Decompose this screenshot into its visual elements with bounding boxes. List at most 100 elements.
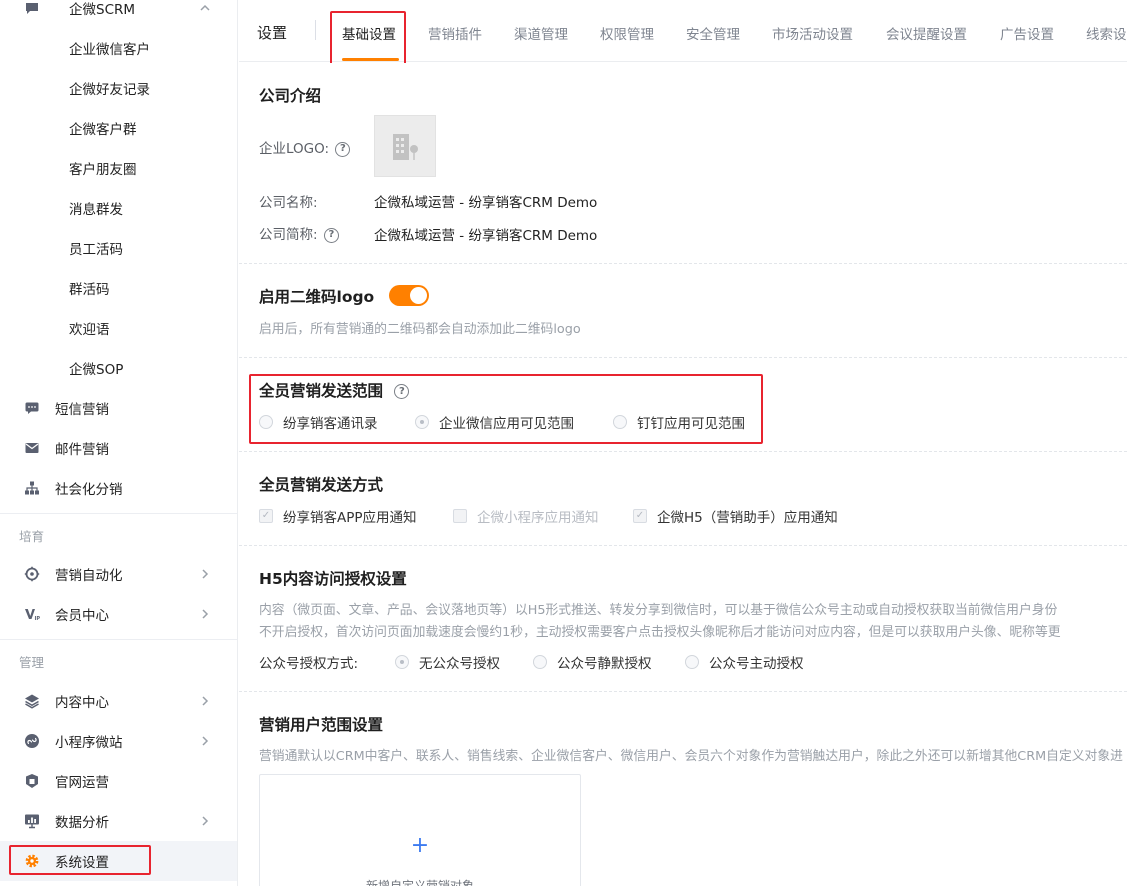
- chat-bubble-icon: [24, 0, 40, 16]
- sidebar-item-mass-message[interactable]: 消息群发: [0, 188, 237, 228]
- sidebar-section-cultivate: 培育: [19, 529, 45, 544]
- sidebar: 企微SCRM 企业微信客户 企微好友记录 企微客户群 客户朋友圈 消息群发 员工…: [0, 0, 238, 886]
- sidebar-item-website-ops[interactable]: 官网运营: [0, 761, 237, 801]
- tab-meeting-reminder-settings[interactable]: 会议提醒设置: [886, 23, 967, 43]
- sidebar-group-scrm[interactable]: 企微SCRM: [0, 0, 237, 28]
- sidebar-item-group-qrcode[interactable]: 群活码: [0, 268, 237, 308]
- check-icon: ✓: [633, 509, 647, 523]
- sidebar-item-sms-marketing[interactable]: 短信营销: [0, 388, 237, 428]
- chart-icon: [24, 813, 40, 829]
- tab-permission-management[interactable]: 权限管理: [600, 23, 654, 43]
- tab-marketing-plugins[interactable]: 营销插件: [428, 23, 482, 43]
- chevron-right-icon: [202, 696, 209, 706]
- sidebar-item-email-marketing[interactable]: 邮件营销: [0, 428, 237, 468]
- sidebar-item-system-settings[interactable]: 系统设置: [0, 841, 237, 881]
- radio-circle: [613, 415, 627, 429]
- sidebar-item-marketing-automation[interactable]: 营销自动化: [0, 554, 237, 594]
- mini-program-icon: [24, 733, 40, 749]
- radio-circle-selected: [415, 415, 429, 429]
- radio-scope-wecom-visible[interactable]: 企业微信应用可见范围: [415, 412, 574, 432]
- radio-auth-silent[interactable]: 公众号静默授权: [533, 652, 652, 672]
- sidebar-section-manage: 管理: [19, 655, 45, 670]
- sidebar-item-wecom-customers[interactable]: 企业微信客户: [0, 28, 237, 68]
- plus-icon: +: [410, 833, 430, 858]
- add-custom-object-label: 新增自定义营销对象: [365, 879, 474, 886]
- section-divider: [239, 263, 1127, 264]
- tab-ad-settings[interactable]: 广告设置: [1000, 23, 1054, 43]
- checkbox-method-miniprogram-notification[interactable]: 企微小程序应用通知: [453, 506, 599, 526]
- sidebar-item-data-analysis[interactable]: 数据分析: [0, 801, 237, 841]
- h5-auth-description-line2: 不开启授权，首次访问页面加载速度会慢约1秒，主动授权需要客户点击授权头像昵称后才…: [259, 625, 1061, 640]
- tab-channel-management[interactable]: 渠道管理: [514, 23, 568, 43]
- tab-leads-settings[interactable]: 线索设: [1086, 23, 1127, 43]
- company-logo-upload[interactable]: [374, 115, 436, 177]
- chevron-up-icon: [200, 4, 210, 11]
- layers-icon: [24, 693, 40, 709]
- qr-logo-toggle[interactable]: [389, 285, 429, 306]
- sidebar-divider: [0, 639, 237, 640]
- tab-campaign-settings[interactable]: 市场活动设置: [772, 23, 853, 43]
- sidebar-item-wecom-customer-groups[interactable]: 企微客户群: [0, 108, 237, 148]
- radio-circle-selected: [395, 655, 409, 669]
- sidebar-item-wecom-sop[interactable]: 企微SOP: [0, 348, 237, 388]
- settings-tabbar: 设置 基础设置 营销插件 渠道管理 权限管理 安全管理 市场活动设置 会议提醒设…: [239, 0, 1127, 73]
- check-icon: ✓: [259, 509, 273, 523]
- gear-icon: [24, 853, 40, 869]
- radio-circle: [259, 415, 273, 429]
- sidebar-item-moments[interactable]: 客户朋友圈: [0, 148, 237, 188]
- add-custom-marketing-object[interactable]: + 新增自定义营销对象: [259, 774, 581, 886]
- sidebar-item-welcome-message[interactable]: 欢迎语: [0, 308, 237, 348]
- help-icon[interactable]: ?: [394, 384, 410, 399]
- help-icon[interactable]: ?: [323, 227, 339, 243]
- radio-circle: [533, 655, 547, 669]
- sidebar-item-social-distribution[interactable]: 社会化分销: [0, 468, 237, 508]
- oa-auth-label: 公众号授权方式:: [259, 656, 359, 672]
- radio-auth-active[interactable]: 公众号主动授权: [685, 652, 804, 672]
- radio-scope-dingtalk-visible[interactable]: 钉钉应用可见范围: [613, 412, 745, 432]
- radio-circle: [685, 655, 699, 669]
- svg-text:IP: IP: [35, 616, 41, 622]
- radio-scope-fxiaoke-contacts[interactable]: 纷享销客通讯录: [259, 412, 378, 432]
- section-title-send-method: 全员营销发送方式: [259, 476, 384, 494]
- tab-separator: [315, 20, 316, 40]
- sidebar-item-content-center[interactable]: 内容中心: [0, 681, 237, 721]
- company-name-value: 企微私域运营 - 纷享销客CRM Demo: [374, 195, 598, 211]
- chevron-right-icon: [202, 609, 209, 619]
- checkbox-method-h5-notification[interactable]: ✓ 企微H5（营销助手）应用通知: [633, 506, 838, 526]
- section-divider: [239, 451, 1127, 452]
- settings-content: 公司介绍 企业LOGO: ? 公司名称: 企微私域运营 - 纷享销客CRM De…: [239, 63, 1127, 886]
- sidebar-item-mini-program[interactable]: 小程序微站: [0, 721, 237, 761]
- user-scope-description: 营销通默认以CRM中客户、联系人、销售线索、企业微信客户、微信用户、会员六个对象…: [259, 749, 1123, 764]
- message-icon: [24, 400, 40, 416]
- sidebar-item-wecom-friend-records[interactable]: 企微好友记录: [0, 68, 237, 108]
- section-divider: [239, 691, 1127, 692]
- h5-auth-description-line1: 内容（微页面、文章、产品、会议落地页等）以H5形式推送、转发分享到微信时，可以基…: [259, 603, 1058, 618]
- tab-basic-settings[interactable]: 基础设置: [342, 23, 396, 43]
- section-divider: [239, 545, 1127, 546]
- section-title-user-scope: 营销用户范围设置: [259, 716, 384, 734]
- checkbox-empty: [453, 509, 467, 523]
- tab-security-management[interactable]: 安全管理: [686, 23, 740, 43]
- sidebar-item-staff-qrcode[interactable]: 员工活码: [0, 228, 237, 268]
- vip-icon: IP: [24, 606, 40, 622]
- toggle-knob: [410, 287, 427, 304]
- sidebar-group-label: 企微SCRM: [69, 2, 136, 18]
- org-tree-icon: [24, 480, 40, 496]
- section-title-qr-logo: 启用二维码logo: [259, 288, 375, 306]
- section-title-send-scope: 全员营销发送范围 ?: [259, 379, 410, 401]
- logo-label: 企业LOGO: ?: [259, 137, 351, 157]
- checkbox-method-app-notification[interactable]: ✓ 纷享销客APP应用通知: [259, 506, 417, 526]
- chevron-right-icon: [202, 569, 209, 579]
- section-title-h5-auth: H5内容访问授权设置: [259, 570, 407, 588]
- building-icon: [393, 134, 418, 160]
- page-title: 设置: [257, 24, 288, 42]
- chevron-right-icon: [202, 816, 209, 826]
- website-icon: [24, 773, 40, 789]
- company-short-name-value: 企微私域运营 - 纷享销客CRM Demo: [374, 228, 598, 244]
- help-icon[interactable]: ?: [335, 141, 351, 157]
- automation-icon: [24, 566, 40, 582]
- radio-auth-none[interactable]: 无公众号授权: [395, 652, 500, 672]
- section-divider: [239, 357, 1127, 358]
- mail-icon: [24, 440, 40, 456]
- sidebar-item-member-center[interactable]: IP 会员中心: [0, 594, 237, 634]
